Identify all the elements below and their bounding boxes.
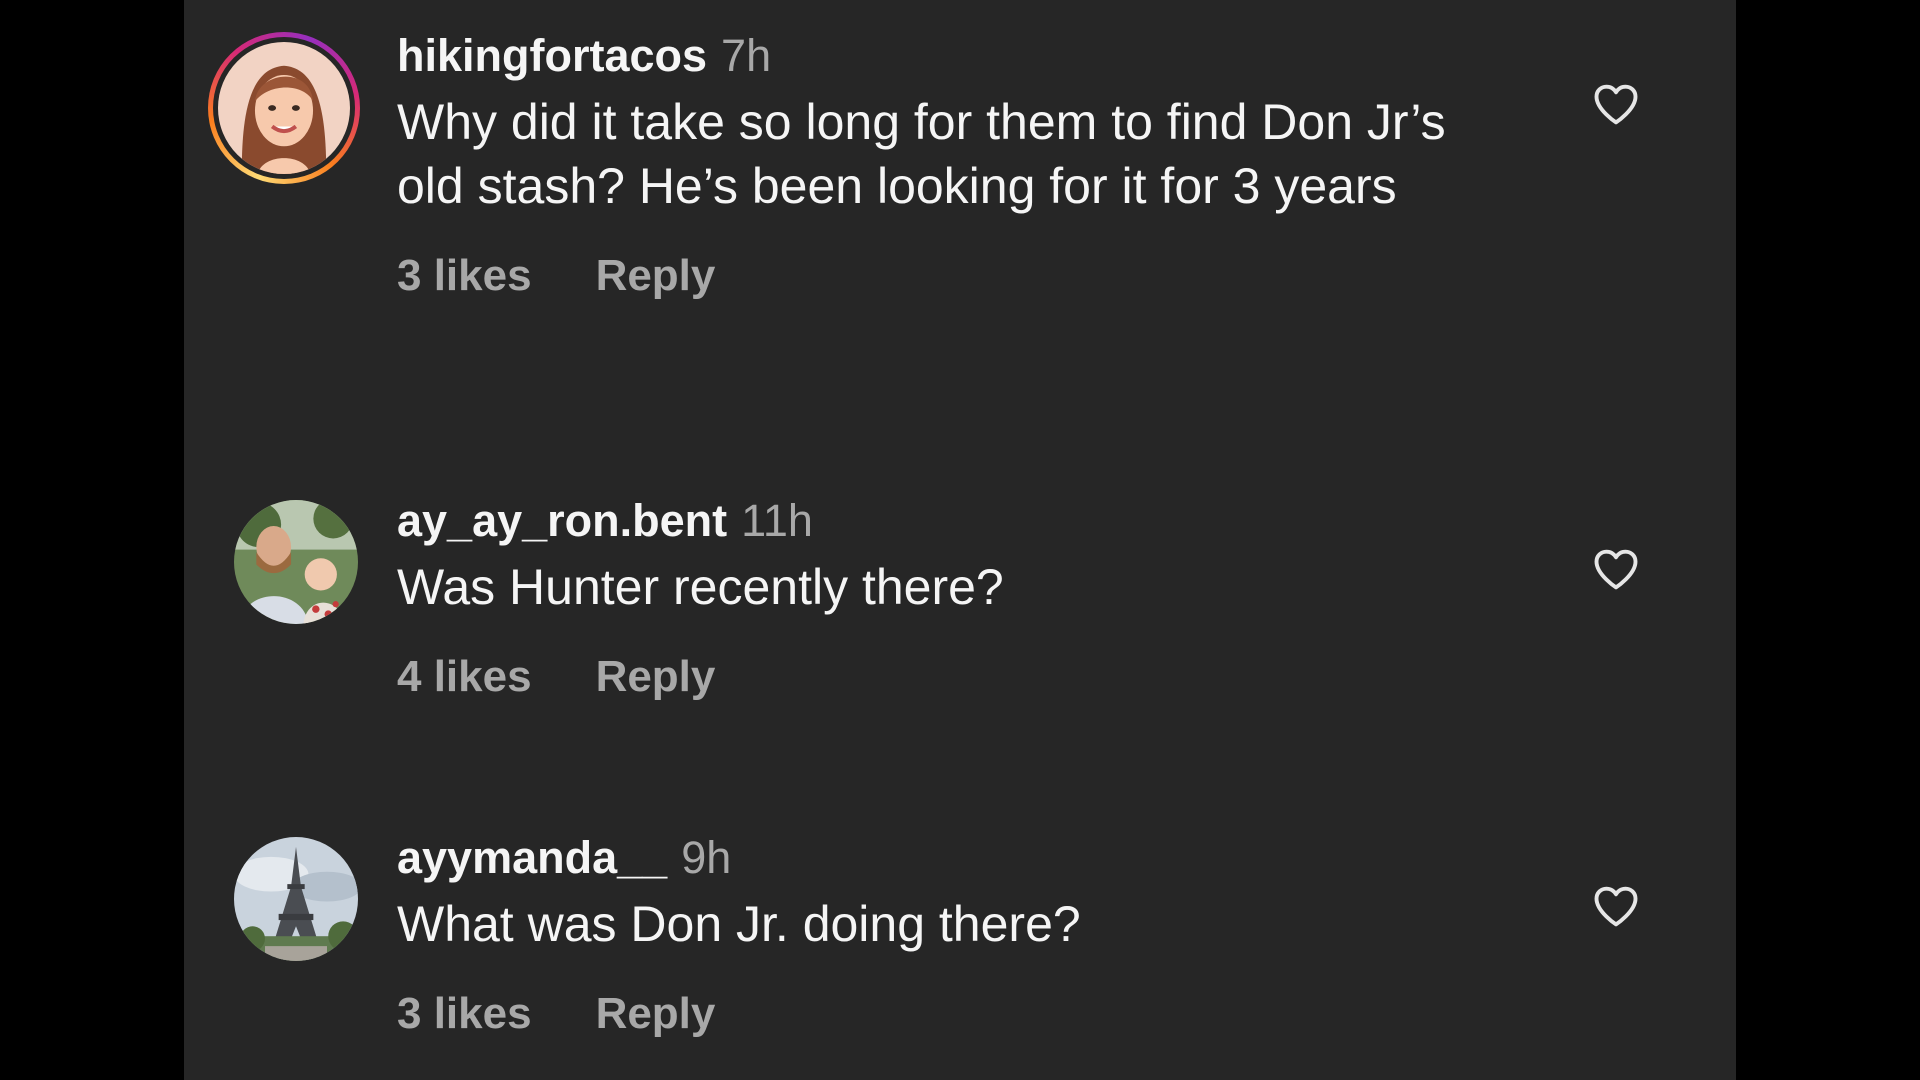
- eiffel-tower-photo-avatar-icon: [234, 837, 358, 961]
- story-ring[interactable]: [208, 32, 360, 184]
- reply-button[interactable]: Reply: [596, 652, 716, 701]
- like-count[interactable]: 3 likes: [397, 989, 532, 1038]
- like-button[interactable]: [1590, 78, 1642, 130]
- timestamp: 9h: [681, 832, 732, 883]
- comment-text: Why did it take so long for them to find…: [397, 94, 1446, 214]
- avatar[interactable]: [218, 42, 350, 174]
- username[interactable]: ayymanda__: [397, 832, 667, 883]
- comment-actions: 3 likes Reply: [397, 986, 1517, 1042]
- like-button[interactable]: [1590, 543, 1642, 595]
- comment-header: hikingfortacos 7h: [397, 28, 1517, 84]
- reply-button[interactable]: Reply: [596, 989, 716, 1038]
- comment-header: ayymanda__ 9h: [397, 830, 1517, 886]
- heart-outline-icon: [1594, 549, 1638, 590]
- avatar[interactable]: [234, 837, 358, 961]
- comment-actions: 4 likes Reply: [397, 649, 1517, 705]
- timestamp: 11h: [741, 495, 813, 546]
- comment-actions: 3 likes Reply: [397, 248, 1517, 304]
- like-count[interactable]: 3 likes: [397, 251, 532, 300]
- username[interactable]: hikingfortacos: [397, 30, 707, 81]
- comments-panel: hikingfortacos 7h Why did it take so long…: [184, 0, 1736, 1080]
- comment-text: Was Hunter recently there?: [397, 559, 1004, 615]
- like-button[interactable]: [1590, 880, 1642, 932]
- reply-button[interactable]: Reply: [596, 251, 716, 300]
- man-with-baby-photo-avatar-icon: [234, 500, 358, 624]
- heart-outline-icon: [1594, 886, 1638, 927]
- heart-outline-icon: [1594, 84, 1638, 125]
- comment-text: What was Don Jr. doing there?: [397, 896, 1081, 952]
- username[interactable]: ay_ay_ron.bent: [397, 495, 727, 546]
- cartoon-woman-avatar-icon: [218, 42, 350, 174]
- timestamp: 7h: [721, 30, 772, 81]
- like-count[interactable]: 4 likes: [397, 652, 532, 701]
- avatar[interactable]: [234, 500, 358, 624]
- comment-header: ay_ay_ron.bent 11h: [397, 493, 1517, 549]
